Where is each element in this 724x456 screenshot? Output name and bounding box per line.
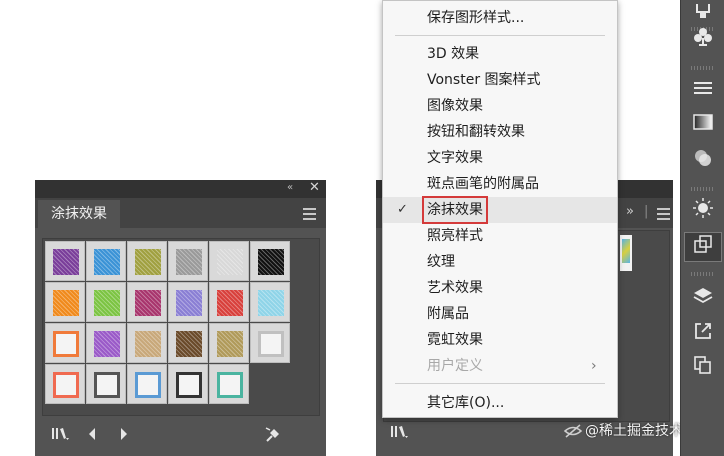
swatch-blue-gradient[interactable] [86,241,126,281]
break-link-icon[interactable] [264,426,282,448]
menu-item-scribble-effects[interactable]: ✓ 涂抹效果 [383,196,617,224]
swatch-purple-scribble[interactable] [168,282,208,322]
menu-item-3d-effects[interactable]: 3D 效果 [383,41,617,67]
swatch-orange-frame[interactable] [45,323,85,363]
swatch-multicolor-hatch[interactable] [209,323,249,363]
library-menu: 保存图形样式... 3D 效果 Vonster 图案样式 图像效果 按钮和翻转效… [382,0,618,418]
swatch-dark-gray-frame[interactable] [86,364,126,404]
divider: | [644,204,649,219]
tool-strip [680,0,724,456]
menu-item-user-defined[interactable]: 用户定义 › [383,353,617,379]
menu-item-save-graphic-style[interactable]: 保存图形样式... [383,5,617,31]
library-icon[interactable] [390,424,410,444]
swatch-violet-scribble[interactable] [86,323,126,363]
lines-icon[interactable] [681,76,724,106]
menu-item-other-library[interactable]: 其它库(O)... [383,390,617,416]
swatch-red-lines[interactable] [209,282,249,322]
swatch-light-gray-hatch[interactable] [209,241,249,281]
swatch-purple-blue-scribble[interactable] [45,241,85,281]
hidden-eye-icon[interactable] [563,424,583,442]
brightness-icon[interactable] [681,197,724,227]
tab-scribble-effects[interactable]: 涂抹效果 [38,200,120,228]
swatch-thin-gray-frame[interactable] [250,323,290,363]
menu-item-additions[interactable]: 附属品 [383,301,617,327]
swatch-black-scribble[interactable] [250,241,290,281]
panel-footer [35,420,326,456]
menu-item-neon-effects[interactable]: 霓虹效果 [383,327,617,353]
library-icon[interactable] [51,426,71,446]
swatch-tan-lines[interactable] [127,323,167,363]
artboard-icon[interactable] [684,232,722,262]
swatch-black-frame[interactable] [168,364,208,404]
collapse-panel-icon[interactable]: « [287,182,293,193]
swatch-orange-scribble[interactable] [45,282,85,322]
expand-panel-icon[interactable]: » [626,204,634,219]
swatch-gray-scribble[interactable] [168,241,208,281]
swatch-green-scribble[interactable] [86,282,126,322]
panel-menu-icon[interactable] [303,208,316,223]
close-panel-icon[interactable]: ✕ [309,180,320,195]
menu-item-button-rollover-effects[interactable]: 按钮和翻转效果 [383,119,617,145]
menu-item-illuminate-styles[interactable]: 照亮样式 [383,223,617,249]
gradient-icon[interactable] [681,112,724,142]
menu-item-image-effects[interactable]: 图像效果 [383,93,617,119]
menu-item-text-effects[interactable]: 文字效果 [383,145,617,171]
swatch-brown-lines[interactable] [168,323,208,363]
menu-item-textures[interactable]: 纹理 [383,249,617,275]
pages-icon[interactable] [681,354,724,384]
swatch-green-blue-frame[interactable] [209,364,249,404]
layers-icon[interactable] [681,285,724,315]
transparency-icon[interactable] [681,147,724,177]
swatch-salmon-frame[interactable] [45,364,85,404]
style-thumbnail[interactable] [620,235,632,271]
swatch-light-blue-square[interactable] [250,282,290,322]
panel-title-bar[interactable]: « ✕ [35,180,326,198]
swatch-blue-frame[interactable] [127,364,167,404]
triangle-left-icon[interactable] [86,426,98,446]
panel-menu-icon[interactable] [657,208,670,223]
menu-item-vonster-patterns[interactable]: Vonster 图案样式 [383,67,617,93]
menu-item-blob-brush-additions[interactable]: 斑点画笔的附属品 [383,171,617,197]
export-icon[interactable] [681,320,724,350]
swatch-grid [42,238,320,416]
chevron-right-icon: › [591,358,597,374]
club-symbols-icon[interactable] [681,26,724,56]
graphic-styles-library-panel: « ✕ 涂抹效果 [35,180,326,456]
swatch-magenta-square[interactable] [127,282,167,322]
triangle-right-icon[interactable] [118,426,130,446]
menu-item-artistic-effects[interactable]: 艺术效果 [383,275,617,301]
checkmark-icon: ✓ [397,202,408,217]
swatch-green-gold-hatch[interactable] [127,241,167,281]
